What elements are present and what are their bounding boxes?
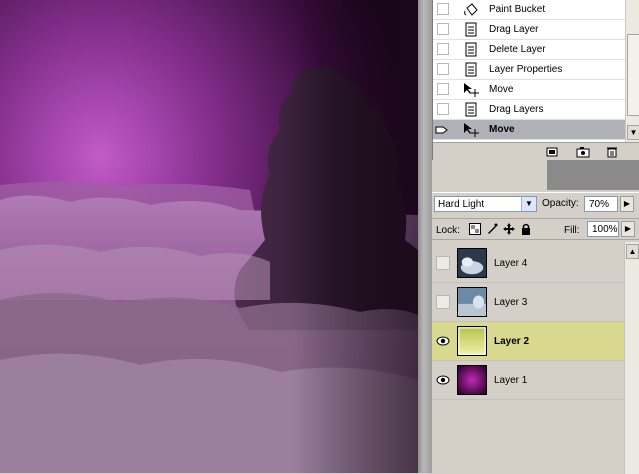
layer-row-layer-1[interactable]: Layer 1 xyxy=(432,361,624,400)
history-item-label: Move xyxy=(489,124,515,135)
layer-row-layer-4[interactable]: Layer 4 xyxy=(432,244,624,283)
snapshot-camera-icon[interactable] xyxy=(576,146,590,158)
history-state-icon xyxy=(465,42,477,57)
layer-row-layer-2[interactable]: Layer 2 xyxy=(432,322,624,361)
fill-slider-button[interactable]: ▶ xyxy=(621,221,635,237)
history-footer xyxy=(433,142,639,161)
layers-scrollbar[interactable]: ▲ xyxy=(624,242,639,474)
history-snapshot-checkbox[interactable] xyxy=(437,83,449,95)
paint-bucket-icon xyxy=(464,3,478,16)
opacity-label: Opacity: xyxy=(542,198,579,209)
layer-visibility-toggle[interactable] xyxy=(436,256,450,270)
opacity-slider-button[interactable]: ▶ xyxy=(620,196,634,212)
history-state-icon xyxy=(465,102,477,117)
history-state-icon xyxy=(465,62,477,77)
move-tool-icon xyxy=(464,123,479,137)
chevron-down-icon[interactable]: ▼ xyxy=(627,125,639,140)
history-item[interactable]: Drag Layers xyxy=(433,100,625,120)
fill-input[interactable]: 100% xyxy=(587,221,619,237)
layer-visibility-toggle[interactable] xyxy=(436,295,450,309)
layers-panel: Hard Light ▼ Opacity: 70% ▶ Lock: Fill: … xyxy=(432,192,639,474)
panel-background xyxy=(547,160,639,190)
opacity-input[interactable]: 70% xyxy=(584,196,618,212)
history-snapshot-checkbox[interactable] xyxy=(437,63,449,75)
layer-thumbnail xyxy=(457,248,487,278)
fill-value: 100% xyxy=(592,224,618,235)
lock-position-move-icon[interactable] xyxy=(503,223,515,235)
layer-name: Layer 1 xyxy=(494,375,528,386)
lock-image-pixels-brush-icon[interactable] xyxy=(486,223,498,235)
history-snapshot-checkbox[interactable] xyxy=(437,43,449,55)
layer-thumbnail xyxy=(457,287,487,317)
layer-thumbnail xyxy=(457,326,487,356)
layer-row-layer-3[interactable]: Layer 3 xyxy=(432,283,624,322)
opacity-value: 70% xyxy=(589,199,610,210)
history-item-label: Paint Bucket xyxy=(489,4,546,15)
history-item-label: Drag Layer xyxy=(489,24,539,35)
eye-icon[interactable] xyxy=(436,334,450,348)
lock-row: Lock: Fill: 100% ▶ xyxy=(432,218,639,240)
layer-name: Layer 2 xyxy=(494,336,530,347)
lock-transparent-pixels-icon[interactable] xyxy=(469,223,481,235)
blend-mode-value: Hard Light xyxy=(438,199,485,210)
trash-icon[interactable] xyxy=(605,146,619,158)
layer-thumbnail xyxy=(457,365,487,395)
history-item[interactable]: Layer Properties xyxy=(433,60,625,80)
panel-separator xyxy=(432,160,639,192)
fill-label: Fill: xyxy=(564,225,580,236)
history-state-icon xyxy=(465,22,477,37)
history-scrollbar[interactable]: ▼ xyxy=(625,0,639,142)
chevron-down-icon[interactable]: ▼ xyxy=(521,197,536,211)
history-item[interactable]: Delete Layer xyxy=(433,40,625,60)
history-item-label: Move xyxy=(489,84,514,95)
history-brush-icon xyxy=(435,126,448,134)
history-scroll-thumb[interactable] xyxy=(627,34,639,116)
history-snapshot-checkbox[interactable] xyxy=(437,23,449,35)
move-tool-icon xyxy=(464,83,479,97)
layer-name: Layer 4 xyxy=(494,258,528,269)
history-item-label: Drag Layers xyxy=(489,104,544,115)
lock-label: Lock: xyxy=(436,225,460,236)
history-item[interactable]: Drag Layer xyxy=(433,20,625,40)
document-canvas[interactable] xyxy=(0,0,418,473)
new-document-from-state-icon[interactable] xyxy=(545,146,559,158)
history-item-label: Delete Layer xyxy=(489,44,546,55)
lock-all-icon[interactable] xyxy=(520,223,532,235)
history-snapshot-checkbox[interactable] xyxy=(437,3,449,15)
history-item[interactable]: Paint Bucket xyxy=(433,0,625,20)
eye-icon[interactable] xyxy=(436,373,450,387)
history-item[interactable]: Move xyxy=(433,80,625,100)
canvas-image xyxy=(0,0,418,473)
chevron-up-icon[interactable]: ▲ xyxy=(626,244,639,259)
panel-dock-gutter xyxy=(418,0,432,473)
blend-mode-select[interactable]: Hard Light ▼ xyxy=(434,196,537,212)
history-item-active[interactable]: Move xyxy=(433,120,625,140)
history-item-label: Layer Properties xyxy=(489,64,563,75)
history-snapshot-checkbox[interactable] xyxy=(437,103,449,115)
history-panel: Paint Bucket Drag Layer Delete Layer Lay… xyxy=(432,0,639,161)
layer-name: Layer 3 xyxy=(494,297,528,308)
